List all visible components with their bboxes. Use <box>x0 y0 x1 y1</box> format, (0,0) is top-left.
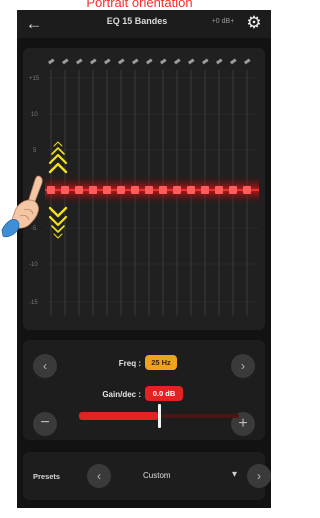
presets-panel: Presets ‹ Custom ▾ › <box>23 452 271 500</box>
chevron-left-icon[interactable]: ‹ <box>33 354 57 378</box>
app-screen: ← EQ 15 Bandes +0 dB+ ⚙ +15 10 5 -5 -10 … <box>17 10 271 508</box>
presets-label: Presets <box>33 472 61 481</box>
orientation-caption: Portrait orientation <box>86 0 193 10</box>
arrow-left-icon[interactable]: ← <box>24 14 44 34</box>
eq-band-labels <box>47 58 251 65</box>
gain-value-badge[interactable]: 0.0 dB <box>145 386 183 401</box>
y-label: -10 <box>29 262 38 268</box>
eq-band-handles[interactable] <box>47 186 251 194</box>
freq-value-badge[interactable]: 25 Hz <box>145 355 177 370</box>
gear-icon[interactable]: ⚙ <box>243 12 265 34</box>
pointing-hand-icon <box>0 136 44 252</box>
chevron-down-icon: ▾ <box>231 469 237 480</box>
chevron-left-icon[interactable]: ‹ <box>87 464 111 488</box>
chevron-right-icon[interactable]: › <box>247 464 271 488</box>
chevron-right-icon[interactable]: › <box>231 354 255 378</box>
gain-slider-fill <box>79 412 159 420</box>
db-indicator: +0 dB+ <box>211 18 235 25</box>
preset-dropdown[interactable]: Custom ▾ <box>131 466 241 486</box>
minus-icon[interactable]: − <box>33 412 57 436</box>
freq-label: Freq : <box>118 359 141 368</box>
screen-title: EQ 15 Bandes <box>106 16 168 26</box>
gain-slider-thumb[interactable] <box>157 404 161 428</box>
top-app-bar: ← EQ 15 Bandes +0 dB+ ⚙ <box>17 10 271 38</box>
gain-slider[interactable] <box>79 404 239 428</box>
y-label: 10 <box>31 112 38 118</box>
equalizer-panel[interactable]: +15 10 5 0 -5 -10 -15 <box>23 48 265 330</box>
band-control-panel: ‹ › Freq : 25 Hz Gain/dec : 0.0 dB − + <box>23 340 265 440</box>
y-label: -15 <box>29 300 38 306</box>
y-label: +15 <box>29 76 40 82</box>
gain-label: Gain/dec : <box>102 390 141 399</box>
preset-value: Custom <box>143 471 171 480</box>
